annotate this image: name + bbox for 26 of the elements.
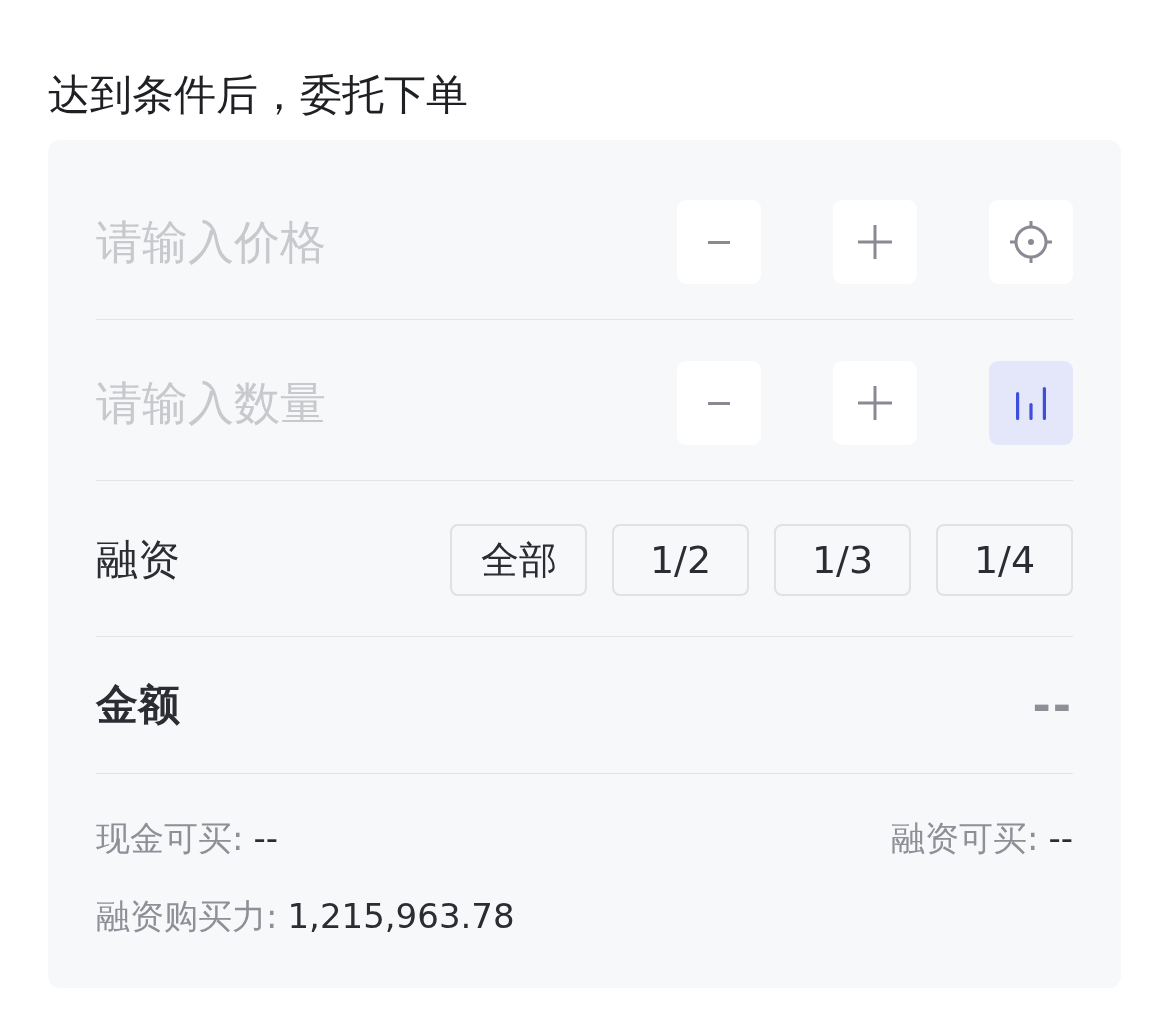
- ratio-button[interactable]: 全部: [450, 524, 587, 596]
- chart-toggle-button[interactable]: [989, 361, 1073, 445]
- buying-power-value: 1,215,963.78: [287, 896, 515, 936]
- increase-button[interactable]: [833, 200, 917, 284]
- plus-icon: [858, 386, 892, 420]
- buying-power-label: 融资购买力:: [96, 896, 278, 936]
- crosshair-icon: [1010, 221, 1052, 263]
- ratio-button[interactable]: 1/4: [936, 524, 1073, 596]
- target-button[interactable]: [989, 200, 1073, 284]
- amount-label: 金额: [96, 679, 180, 731]
- amount-value: --: [1032, 679, 1073, 731]
- increase-button[interactable]: [833, 361, 917, 445]
- decrease-button[interactable]: [677, 200, 761, 284]
- margin-buyable-label: 融资可买:: [891, 818, 1039, 858]
- minus-icon: [708, 240, 730, 244]
- bar-chart-icon: [1016, 386, 1046, 420]
- cash-buyable-label: 现金可买:: [96, 818, 244, 858]
- ratio-button[interactable]: 1/2: [612, 524, 749, 596]
- ratio-button[interactable]: 1/3: [774, 524, 911, 596]
- plus-icon: [858, 225, 892, 259]
- financing-label: 融资: [96, 534, 180, 586]
- minus-icon: [708, 401, 730, 405]
- margin-buyable-value: --: [1048, 818, 1073, 858]
- decrease-button[interactable]: [677, 361, 761, 445]
- section-title: 达到条件后，委托下单: [48, 69, 469, 121]
- cash-buyable-value: --: [253, 818, 278, 858]
